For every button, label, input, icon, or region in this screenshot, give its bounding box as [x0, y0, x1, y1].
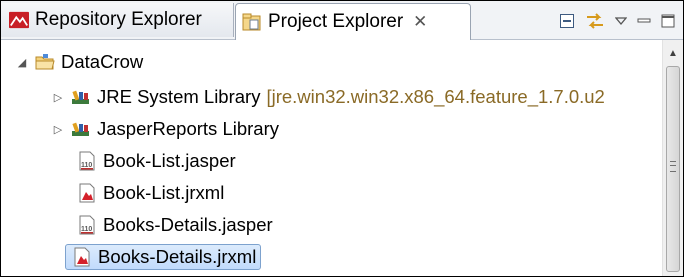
grip-icon — [670, 161, 676, 172]
jrxml-file-icon — [72, 247, 92, 267]
tree-item-book-list-jrxml[interactable]: Book-List.jrxml — [71, 178, 224, 208]
tree-item-jasperreports-library[interactable]: ▷ JasperReports Library — [51, 114, 279, 144]
vertical-scrollbar[interactable]: ▲ — [662, 40, 683, 276]
tree-item-books-details-jrxml[interactable]: Books-Details.jrxml — [65, 242, 262, 272]
repository-icon — [9, 10, 29, 30]
project-folder-icon — [35, 52, 55, 72]
tab-repository-explorer-label: Repository Explorer — [35, 9, 202, 30]
close-icon[interactable]: ✕ — [413, 12, 427, 32]
jasper-file-icon: 110 — [77, 151, 97, 171]
collapsed-arrow-icon[interactable]: ▷ — [51, 123, 65, 136]
tree-item-label: Books-Details.jasper — [103, 214, 273, 235]
tree-item-label: Book-List.jrxml — [103, 182, 225, 203]
library-icon — [71, 87, 91, 107]
tree-item-label: DataCrow — [61, 51, 144, 72]
view-menu-icon[interactable] — [615, 16, 627, 26]
link-with-editor-icon[interactable] — [585, 12, 605, 30]
library-icon — [71, 119, 91, 139]
selection-highlight[interactable]: Books-Details.jrxml — [65, 244, 262, 270]
maximize-icon[interactable] — [661, 14, 675, 28]
tree-item-jre-system-library[interactable]: ▷ JRE System Library [jre.win32.win32.x8… — [51, 82, 605, 112]
tree-item-label: Book-List.jasper — [103, 150, 236, 171]
jasper-file-icon: 110 — [77, 215, 97, 235]
collapsed-arrow-icon[interactable]: ▷ — [51, 91, 65, 104]
tree-item-decoration: [jre.win32.win32.x86_64.feature_1.7.0.u2 — [266, 86, 605, 107]
tab-project-explorer-label: Project Explorer — [268, 11, 404, 32]
scrollbar-thumb[interactable] — [666, 66, 680, 272]
tree-item-label: JRE System Library — [97, 86, 261, 107]
tree-item-book-list-jasper[interactable]: 110 Book-List.jasper — [71, 146, 236, 176]
project-tree: ◢ DataCrow ▷ JRE System Library [jre.win… — [1, 40, 663, 276]
view-tab-bar: Repository Explorer Project Explorer ✕ — [1, 1, 683, 40]
tree-item-label: JasperReports Library — [97, 118, 279, 139]
project-explorer-icon — [242, 12, 262, 32]
tree-item-books-details-jasper[interactable]: 110 Books-Details.jasper — [71, 210, 273, 240]
svg-text:110: 110 — [81, 226, 92, 233]
tree-item-datacrow[interactable]: ◢ DataCrow — [15, 47, 143, 77]
expanded-arrow-icon[interactable]: ◢ — [15, 56, 29, 69]
tree-item-label: Books-Details.jrxml — [98, 246, 257, 267]
svg-text:110: 110 — [81, 162, 92, 169]
minimize-icon[interactable] — [637, 14, 651, 28]
collapse-all-icon[interactable] — [559, 13, 575, 29]
tab-repository-explorer[interactable]: Repository Explorer — [1, 3, 234, 37]
scroll-up-arrow-icon[interactable]: ▲ — [663, 44, 683, 62]
tab-project-explorer[interactable]: Project Explorer ✕ — [235, 3, 471, 40]
view-toolbar — [559, 9, 675, 33]
project-explorer-view: Repository Explorer Project Explorer ✕ ◢… — [0, 0, 684, 277]
jrxml-file-icon — [77, 183, 97, 203]
